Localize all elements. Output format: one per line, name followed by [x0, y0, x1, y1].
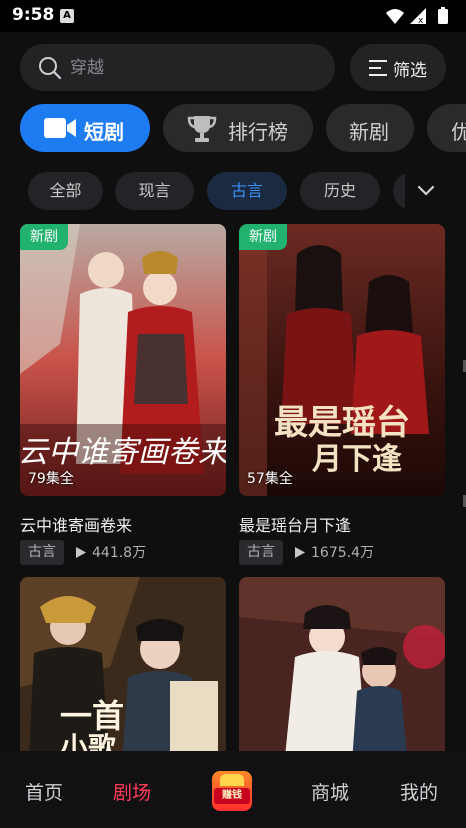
drama-title[interactable]: 云中谁寄画卷来	[20, 512, 132, 536]
nav-theater[interactable]: 剧场	[113, 778, 151, 805]
view-count: 1675.4万	[311, 545, 374, 561]
drama-poster[interactable]	[239, 577, 445, 751]
chip-history[interactable]: 历史	[300, 172, 380, 210]
drama-card[interactable]	[239, 577, 445, 751]
chip-modern-romance[interactable]: 现言	[115, 172, 194, 210]
status-time: 9:58	[12, 5, 55, 25]
tab-label: 排行榜	[228, 120, 288, 144]
poster-title-art: 一首	[60, 697, 124, 735]
genre-tag: 古言	[20, 540, 64, 565]
nav-mall[interactable]: 商城	[311, 778, 349, 805]
svg-text:x: x	[418, 16, 424, 25]
search-icon	[39, 57, 62, 80]
expand-genres-button[interactable]	[405, 172, 466, 212]
nav-mine[interactable]: 我的	[400, 778, 438, 805]
poster-image: 一首 小歌	[20, 577, 226, 751]
bottom-navigation: 首页 剧场 赚钱 商城 我的	[0, 751, 466, 828]
tab-rankings[interactable]: 排行榜	[163, 104, 313, 152]
poster-title-art: 小歌	[60, 731, 117, 751]
drama-poster[interactable]: 云中谁寄画卷来 新剧 79集全	[20, 224, 226, 496]
earn-label: 赚钱	[214, 788, 250, 804]
new-badge: 新剧	[20, 224, 68, 250]
genre-tag: 古言	[239, 540, 283, 565]
poster-image: 云中谁寄画卷来	[20, 224, 226, 496]
search-input[interactable]	[70, 44, 320, 91]
tab-label: 短剧	[84, 120, 124, 144]
filter-label: 筛选	[393, 61, 427, 81]
genre-filter-row: 全部 现言 古言 历史	[0, 172, 466, 212]
drama-card[interactable]: 一首 小歌	[20, 577, 226, 751]
poster-title-art: 云中谁寄画卷来	[20, 435, 226, 470]
notification-badge-icon: A	[60, 9, 74, 23]
play-count-icon	[76, 547, 86, 558]
nav-home[interactable]: 首页	[25, 778, 63, 805]
search-bar[interactable]	[20, 44, 335, 91]
battery-icon	[438, 9, 448, 24]
trophy-icon	[187, 116, 217, 142]
filter-button[interactable]: 筛选	[350, 44, 446, 91]
category-tabs: 短剧 排行榜 新剧 优	[0, 104, 466, 152]
tab-new-drama[interactable]: 新剧	[326, 104, 414, 152]
red-envelope-icon	[220, 774, 244, 786]
view-count: 441.8万	[92, 545, 147, 561]
video-camera-icon	[44, 118, 76, 138]
drama-card[interactable]: 最是瑶台 月下逢 新剧 57集全 最是瑶台月下逢 古言 1675.4万	[239, 224, 445, 569]
wifi-icon	[386, 9, 404, 24]
filter-icon	[369, 60, 387, 76]
poster-title-art: 月下逢	[312, 442, 402, 477]
play-count-icon	[295, 547, 305, 558]
chevron-down-icon	[417, 185, 435, 196]
tab-label: 优	[451, 120, 466, 144]
episode-count: 57集全	[247, 471, 293, 487]
tab-short-drama[interactable]: 短剧	[20, 104, 150, 152]
new-badge: 新剧	[239, 224, 287, 250]
drama-card[interactable]: 云中谁寄画卷来 新剧 79集全 云中谁寄画卷来 古言 441.8万	[20, 224, 226, 569]
poster-image: 最是瑶台 月下逢	[239, 224, 445, 496]
system-status-icons: x	[386, 7, 448, 25]
nav-earn-money[interactable]: 赚钱	[212, 771, 252, 811]
drama-poster[interactable]: 一首 小歌	[20, 577, 226, 751]
tab-label: 新剧	[349, 120, 389, 144]
poster-image	[239, 577, 445, 751]
episode-count: 79集全	[28, 471, 74, 487]
status-bar: 9:58 A x	[0, 0, 466, 32]
chip-all[interactable]: 全部	[28, 172, 103, 210]
poster-title-art: 最是瑶台	[274, 403, 410, 443]
chip-ancient-romance[interactable]: 古言	[207, 172, 287, 210]
drama-poster[interactable]: 最是瑶台 月下逢 新剧 57集全	[239, 224, 445, 496]
drama-title[interactable]: 最是瑶台月下逢	[239, 512, 351, 536]
tab-featured[interactable]: 优	[427, 104, 466, 152]
